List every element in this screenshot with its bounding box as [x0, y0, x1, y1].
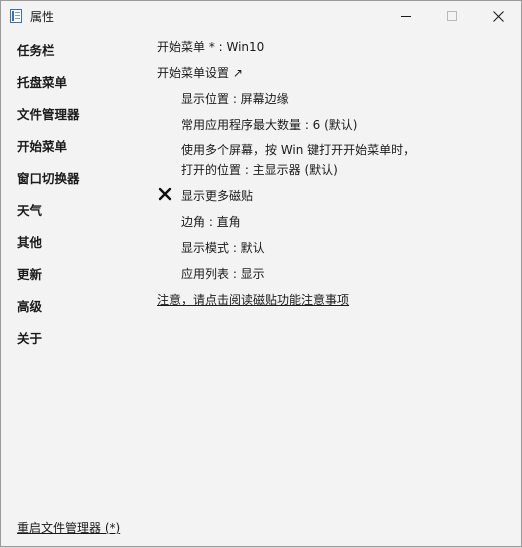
- max-frequent-apps-setting[interactable]: 常用应用程序最大数量 : 6 (默认): [181, 116, 358, 133]
- properties-window: 属性 任务栏 托盘菜单 文件管理器 开始菜单 窗口切换器 天气 其他 更新 高级…: [0, 0, 522, 547]
- multi-screen-open-position-setting[interactable]: 打开的位置 : 主显示器 (默认): [181, 161, 338, 178]
- minimize-button[interactable]: [383, 1, 429, 31]
- corner-setting[interactable]: 边角 : 直角: [181, 213, 241, 230]
- window-title: 属性: [30, 10, 55, 24]
- show-more-tiles-toggle[interactable]: 显示更多磁贴: [181, 187, 253, 204]
- sidebar-item-about[interactable]: 关于: [17, 328, 42, 347]
- close-button[interactable]: [475, 1, 521, 31]
- sidebar-item-taskbar[interactable]: 任务栏: [17, 40, 55, 59]
- maximize-icon: [447, 11, 457, 21]
- start-menu-type-setting[interactable]: 开始菜单 * : Win10: [157, 38, 264, 55]
- sidebar-item-weather[interactable]: 天气: [17, 200, 42, 219]
- x-icon[interactable]: [158, 187, 172, 201]
- sidebar-item-other[interactable]: 其他: [17, 232, 42, 251]
- sidebar-item-window-switcher[interactable]: 窗口切换器: [17, 168, 80, 187]
- tiles-notice-link[interactable]: 注意，请点击阅读磁贴功能注意事项: [157, 291, 349, 308]
- sidebar-item-advanced[interactable]: 高级: [17, 296, 42, 315]
- sidebar-item-start-menu[interactable]: 开始菜单: [17, 136, 67, 155]
- title-bar[interactable]: 属性: [1, 1, 521, 31]
- start-menu-settings-link[interactable]: 开始菜单设置 ↗: [157, 64, 243, 81]
- sidebar-item-file-manager[interactable]: 文件管理器: [17, 104, 80, 123]
- maximize-button[interactable]: [429, 1, 475, 31]
- sidebar-nav: 任务栏 托盘菜单 文件管理器 开始菜单 窗口切换器 天气 其他 更新 高级 关于…: [1, 31, 141, 548]
- display-position-setting[interactable]: 显示位置 : 屏幕边缘: [181, 90, 289, 107]
- sidebar-item-update[interactable]: 更新: [17, 264, 42, 283]
- app-icon: [10, 9, 22, 23]
- sidebar-item-tray-menu[interactable]: 托盘菜单: [17, 72, 67, 91]
- close-icon: [492, 10, 504, 22]
- minimize-icon: [401, 16, 411, 17]
- app-list-setting[interactable]: 应用列表 : 显示: [181, 265, 265, 282]
- multi-screen-description: 使用多个屏幕，按 Win 键打开开始菜单时，: [181, 143, 416, 157]
- display-mode-setting[interactable]: 显示模式 : 默认: [181, 239, 265, 256]
- restart-file-manager-link[interactable]: 重启文件管理器 (*): [17, 519, 120, 536]
